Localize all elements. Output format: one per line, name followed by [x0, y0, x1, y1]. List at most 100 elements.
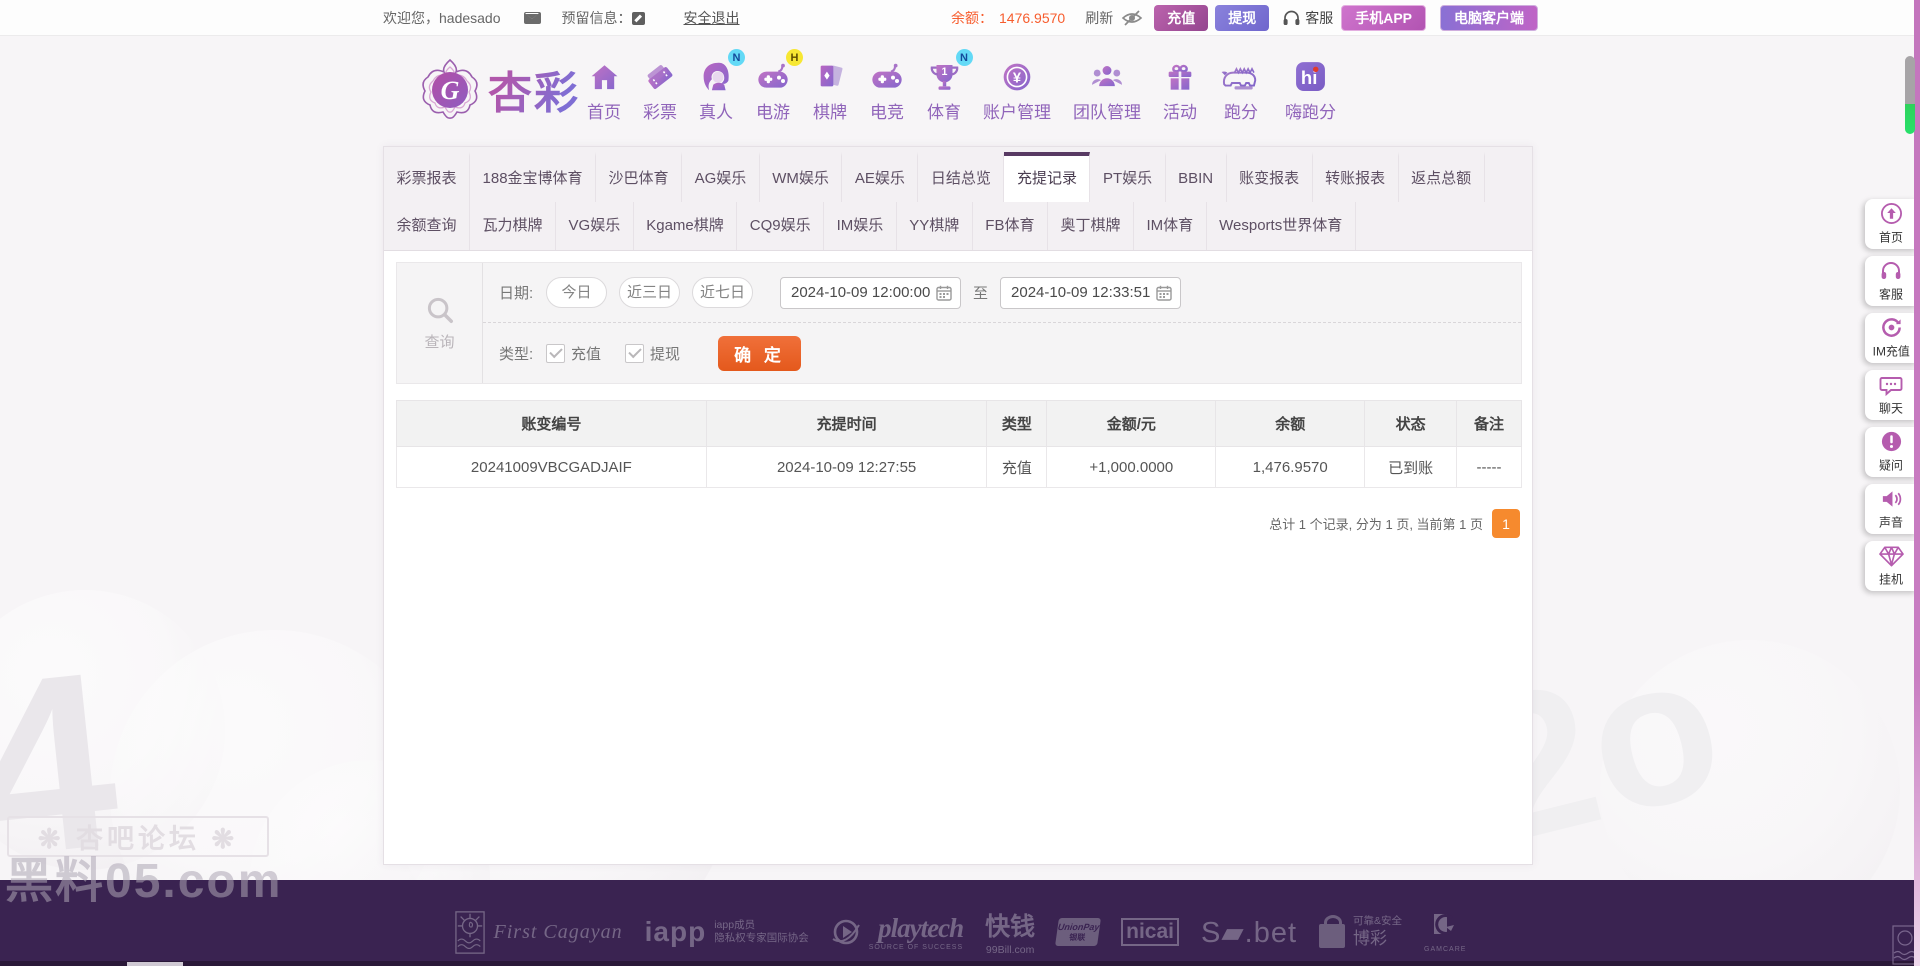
tab-wm-yule[interactable]: WM娱乐 [760, 152, 843, 202]
quick-7days-button[interactable]: 近七日 [692, 277, 753, 308]
speaker-icon [1882, 490, 1901, 507]
confirm-button[interactable]: 确 定 [718, 335, 802, 371]
nav-item-promo[interactable]: 活动 [1152, 55, 1208, 123]
tab-fb-tiyu[interactable]: FB体育 [973, 202, 1048, 250]
page-1-button[interactable]: 1 [1492, 509, 1520, 538]
lottery-ticket-icon [643, 55, 677, 93]
toolbar-question[interactable]: 疑问 [1865, 427, 1917, 477]
withdraw-button[interactable]: 提现 [1215, 5, 1270, 31]
nav-item-slots[interactable]: H 电游 [744, 49, 803, 123]
nav-item-sports[interactable]: 1 N 体育 [916, 49, 973, 123]
hi-app-icon: hi [1294, 55, 1327, 93]
nav-item-account[interactable]: ¥ 账户管理 [972, 55, 1062, 123]
pagination-summary: 总计 1 个记录, 分为 1 页, 当前第 1 页 [1269, 517, 1483, 532]
col-amount: 金额/元 [1046, 400, 1217, 447]
header: G 杏彩 首页 彩票 N 真人 H 电游 棋牌 电竞 1 N 体育 ¥ 账户管理… [0, 37, 1920, 145]
brand-name: 杏彩 [488, 57, 580, 121]
tab-caipiao-baobiao[interactable]: 彩票报表 [384, 152, 471, 202]
nav-item-paofen[interactable]: 跑分 [1208, 55, 1274, 123]
col-status: 状态 [1364, 400, 1458, 447]
nav-item-cards[interactable]: 棋牌 [802, 55, 858, 123]
svg-text:1: 1 [941, 66, 947, 78]
nav-item-live[interactable]: N 真人 [688, 49, 745, 123]
logout-link[interactable]: 安全退出 [684, 8, 740, 28]
tab-yy-qipai[interactable]: YY棋牌 [897, 202, 973, 250]
lock-icon [1319, 915, 1346, 948]
tab-yue-chaxun[interactable]: 余额查询 [384, 202, 471, 250]
team-people-icon [1090, 55, 1124, 93]
tab-im-tiyu[interactable]: IM体育 [1134, 202, 1207, 250]
brand-logo[interactable]: G 杏彩 [420, 57, 580, 121]
deposit-button[interactable]: 充值 [1154, 5, 1209, 31]
quick-today-button[interactable]: 今日 [546, 277, 607, 308]
quick-3days-button[interactable]: 近三日 [619, 277, 680, 308]
scrollbar-thumb[interactable] [1905, 56, 1915, 134]
tab-pt-yule[interactable]: PT娱乐 [1090, 152, 1166, 202]
col-note: 备注 [1456, 400, 1522, 447]
tab-188-jinbaobo[interactable]: 188金宝博体育 [470, 152, 597, 202]
tab-zhuanzhang-baobiao[interactable]: 转账报表 [1313, 152, 1399, 202]
date-to-input[interactable]: 2024-10-09 12:33:51 [1000, 276, 1182, 309]
gift-icon [1164, 55, 1196, 93]
gem-icon [1878, 546, 1904, 566]
tab-wali-qipai[interactable]: 瓦力棋牌 [470, 202, 557, 250]
edit-icon[interactable] [631, 11, 645, 25]
tab-shaba-tiyu[interactable]: 沙巴体育 [596, 152, 683, 202]
tab-zhangbian-baobiao[interactable]: 账变报表 [1227, 152, 1313, 202]
table-header-row: 账变编号 充提时间 类型 金额/元 余额 状态 备注 [396, 400, 1522, 447]
type-withdraw-label: 提现 [650, 345, 681, 363]
footer: First Cagayan iapp iapp成员 隐私权专家国际协会 playt… [0, 880, 1920, 966]
right-edge-strip [1914, 0, 1920, 966]
toolbar-service[interactable]: 客服 [1865, 256, 1917, 306]
cell-type: 充值 [986, 446, 1048, 488]
tab-aoding-qipai[interactable]: 奥丁棋牌 [1048, 202, 1134, 250]
tab-ag-yule[interactable]: AG娱乐 [682, 152, 760, 202]
nav-item-hipaofen[interactable]: hi 嗨跑分 [1274, 55, 1347, 123]
toolbar-chat[interactable]: 聊天 [1865, 370, 1917, 420]
tab-wesports[interactable]: Wesports世界体育 [1207, 202, 1356, 250]
toolbar-im-recharge[interactable]: IM充值 [1865, 313, 1917, 363]
headset-icon [1282, 10, 1301, 27]
tab-rijie-zonglan[interactable]: 日结总览 [918, 152, 1005, 202]
nav-item-team[interactable]: 团队管理 [1062, 55, 1152, 123]
cell-balance: 1,476.9570 [1215, 446, 1366, 488]
date-from-input[interactable]: 2024-10-09 12:00:00 [780, 276, 961, 309]
toolbar-idle[interactable]: 挂机 [1865, 541, 1917, 591]
eye-slash-icon[interactable] [1121, 9, 1143, 27]
tab-im-yule[interactable]: IM娱乐 [824, 202, 897, 250]
pc-client-button[interactable]: 电脑客户端 [1440, 5, 1538, 31]
envelope-icon[interactable] [523, 12, 541, 24]
floating-toolbar: 首页 客服 IM充值 聊天 疑问 声音 挂机 [1865, 199, 1917, 591]
gamcare-icon [1434, 913, 1456, 935]
col-balance: 余额 [1215, 400, 1366, 447]
svg-text:¥: ¥ [1013, 71, 1022, 87]
refresh-link[interactable]: 刷新 [1085, 8, 1113, 28]
footer-logo-nicai: nicai [1121, 918, 1179, 946]
type-deposit-checkbox[interactable] [546, 343, 565, 363]
home-icon [588, 55, 621, 93]
brand-monogram: G [441, 76, 460, 105]
nav-item-lottery[interactable]: 彩票 [632, 55, 688, 123]
exclamation-circle-icon [1881, 431, 1901, 452]
tab-cq9-yule[interactable]: CQ9娱乐 [737, 202, 825, 250]
service-label[interactable]: 客服 [1305, 8, 1333, 28]
magnifier-icon [425, 295, 455, 325]
watermark-forum-box: ❋ 杏吧论坛 ❋ [7, 816, 269, 857]
nav-item-home[interactable]: 首页 [576, 55, 632, 123]
table-row: 20241009VBCGADJAIF 2024-10-09 12:27:55 充… [396, 446, 1522, 488]
tab-chongti-jilu-active[interactable]: 充提记录 [1004, 152, 1091, 202]
mobile-app-button[interactable]: 手机APP [1341, 5, 1426, 31]
toolbar-sound[interactable]: 声音 [1865, 484, 1917, 534]
tab-fandian-zonge[interactable]: 返点总额 [1399, 152, 1485, 202]
toolbar-home[interactable]: 首页 [1865, 199, 1917, 249]
nav-item-esports[interactable]: 电竞 [858, 55, 916, 123]
tab-vg-yule[interactable]: VG娱乐 [556, 202, 634, 250]
tab-ae-yule[interactable]: AE娱乐 [842, 152, 919, 202]
footer-logo-sbet: S▰.bet [1201, 916, 1298, 949]
badge-n: N [955, 49, 973, 66]
tab-kgame-qipai[interactable]: Kgame棋牌 [634, 202, 738, 250]
type-withdraw-checkbox[interactable] [625, 343, 645, 363]
type-deposit-label: 充值 [571, 345, 602, 363]
tab-bbin[interactable]: BBIN [1166, 152, 1227, 202]
col-type: 类型 [986, 400, 1048, 447]
